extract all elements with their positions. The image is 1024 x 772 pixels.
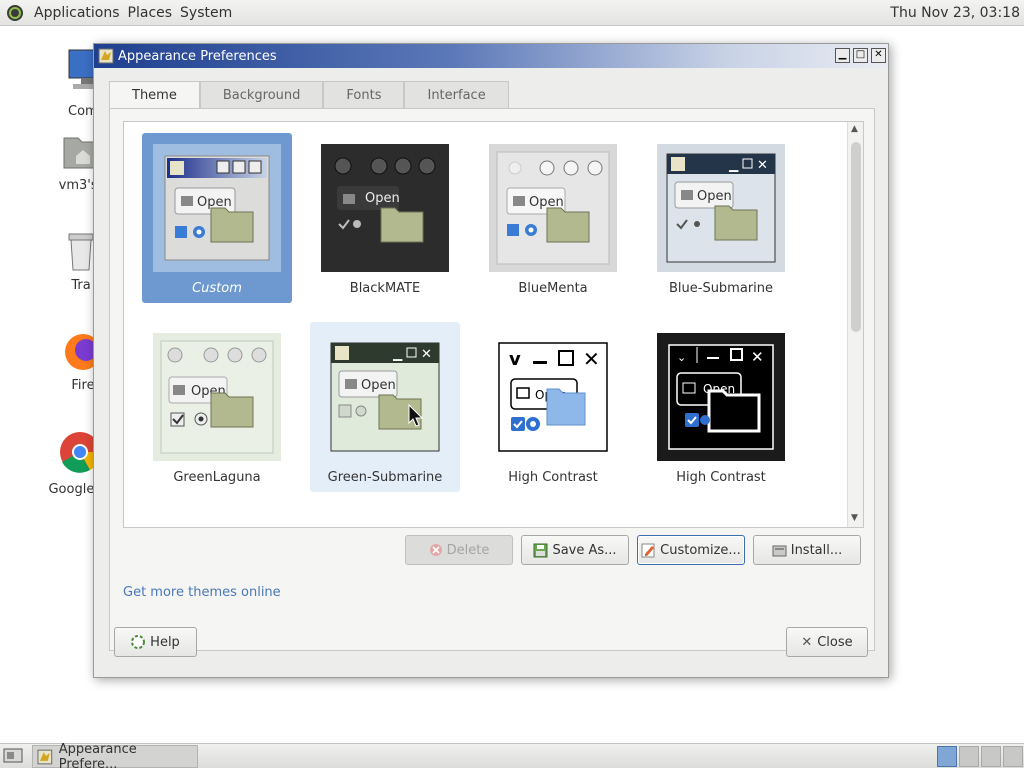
tab-fonts[interactable]: Fonts	[323, 81, 405, 109]
close-button[interactable]: ✕ Close	[786, 627, 868, 657]
delete-button[interactable]: Delete	[405, 535, 513, 565]
svg-text:▁: ▁	[392, 347, 403, 361]
save-as-button[interactable]: Save As...	[521, 535, 629, 565]
theme-list-scrollbar[interactable]: ▲ ▼	[847, 122, 863, 527]
install-button[interactable]: Install...	[753, 535, 861, 565]
workspace-2[interactable]	[959, 746, 979, 767]
help-button[interactable]: Help	[114, 627, 197, 657]
scroll-up-icon[interactable]: ▲	[851, 124, 858, 134]
svg-text:✕: ✕	[583, 347, 600, 371]
theme-item-blue-submarine[interactable]: ▁ ✕ Open Blue-Submarine	[646, 133, 796, 303]
theme-thumbnail: v ✕ Open	[489, 333, 617, 461]
workspace-3[interactable]	[981, 746, 1001, 767]
customize-label: Customize...	[660, 542, 741, 558]
tab-interface[interactable]: Interface	[404, 81, 509, 109]
svg-text:✕: ✕	[421, 347, 432, 362]
theme-name: GreenLaguna	[173, 470, 261, 485]
install-label: Install...	[790, 542, 843, 558]
appearance-app-icon	[37, 749, 53, 764]
help-icon	[131, 635, 146, 649]
close-window-button[interactable]: ✕	[871, 48, 886, 63]
maximize-icon: □	[855, 49, 866, 60]
theme-thumbnail: Open	[321, 144, 449, 272]
customize-icon	[641, 543, 655, 557]
window-title: Appearance Preferences	[118, 48, 277, 64]
svg-text:▁: ▁	[728, 158, 739, 172]
theme-thumbnail: Open	[153, 333, 281, 461]
theme-item-high-contrast[interactable]: v ✕ Open High Contrast	[478, 322, 628, 492]
tab-bar: Theme Background Fonts Interface	[109, 81, 509, 109]
theme-thumbnail: Open	[153, 144, 281, 272]
svg-text:⌄: ⌄	[677, 351, 686, 364]
theme-panel: Open Custom Open BlackMATE Open BlueMent…	[109, 108, 875, 651]
close-label: Close	[817, 634, 853, 650]
thumb-open-label: Open	[697, 189, 732, 204]
show-desktop-icon[interactable]	[3, 748, 23, 764]
theme-item-green-submarine[interactable]: ▁ ✕ Open Green-Submarine	[310, 322, 460, 492]
theme-name: Custom	[192, 281, 242, 296]
tab-theme[interactable]: Theme	[109, 81, 200, 109]
delete-label: Delete	[446, 542, 490, 558]
appearance-preferences-window: Appearance Preferences ▁ □ ✕ Theme Backg…	[93, 43, 889, 678]
top-panel: Applications Places System Thu Nov 23, 0…	[0, 0, 1024, 26]
customize-button[interactable]: Customize...	[637, 535, 745, 565]
panel-clock[interactable]: Thu Nov 23, 03:18	[890, 5, 1020, 21]
theme-item-high-contrast-inverse[interactable]: ⌄ ✕ Open High Contrast	[646, 322, 796, 492]
menu-system[interactable]: System	[176, 5, 236, 21]
close-icon: ✕	[874, 49, 883, 60]
theme-name: High Contrast	[508, 470, 598, 485]
tab-background[interactable]: Background	[199, 81, 324, 109]
theme-thumbnail: Open	[489, 144, 617, 272]
mate-logo-icon[interactable]	[6, 4, 24, 22]
menu-places[interactable]: Places	[124, 5, 177, 21]
theme-item-blackmate[interactable]: Open BlackMATE	[310, 133, 460, 303]
theme-name: BlueMenta	[518, 281, 588, 296]
svg-text:✕: ✕	[757, 158, 768, 173]
theme-name: High Contrast	[676, 470, 766, 485]
bottom-panel: Appearance Prefere...	[0, 742, 1024, 772]
thumb-open-label: Open	[365, 191, 400, 206]
minimize-button[interactable]: ▁	[835, 48, 850, 63]
taskbar-item-appearance[interactable]: Appearance Prefere...	[32, 742, 198, 772]
minimize-icon: ▁	[838, 49, 847, 60]
workspace-4[interactable]	[1003, 746, 1023, 767]
window-titlebar[interactable]: Appearance Preferences ▁ □ ✕	[94, 44, 888, 68]
preferences-notebook: Theme Background Fonts Interface Open Cu…	[109, 81, 875, 651]
appearance-app-icon[interactable]	[98, 48, 114, 64]
get-more-themes-link[interactable]: Get more themes online	[123, 585, 281, 600]
save-as-icon	[533, 543, 548, 557]
thumb-open-label: Open	[361, 378, 396, 393]
chrome-icon	[60, 432, 101, 473]
maximize-button[interactable]: □	[853, 48, 868, 63]
scroll-down-icon[interactable]: ▼	[851, 513, 858, 523]
taskbar-item-label: Appearance Prefere...	[58, 741, 137, 772]
theme-thumbnail: ⌄ ✕ Open	[657, 333, 785, 461]
theme-name: BlackMATE	[349, 281, 421, 296]
theme-name: Blue-Submarine	[668, 281, 774, 296]
install-icon	[772, 545, 787, 556]
menu-applications[interactable]: Applications	[30, 5, 124, 21]
close-icon: ✕	[801, 634, 813, 650]
theme-list: Open Custom Open BlackMATE Open BlueMent…	[123, 121, 864, 528]
scrollbar-thumb[interactable]	[851, 142, 861, 332]
theme-name: Green-Submarine	[327, 470, 443, 485]
save-as-label: Save As...	[552, 542, 617, 558]
theme-item-custom[interactable]: Open Custom	[142, 133, 292, 303]
theme-thumbnail: ▁ ✕ Open	[321, 333, 449, 461]
svg-text:✕: ✕	[751, 348, 764, 366]
delete-icon	[429, 544, 442, 556]
workspace-1[interactable]	[937, 746, 957, 767]
theme-item-bluementa[interactable]: Open BlueMenta	[478, 133, 628, 303]
theme-item-greenlaguna[interactable]: Open GreenLaguna	[142, 322, 292, 492]
theme-thumbnail: ▁ ✕ Open	[657, 144, 785, 272]
svg-text:v: v	[509, 349, 521, 370]
help-label: Help	[150, 634, 180, 650]
